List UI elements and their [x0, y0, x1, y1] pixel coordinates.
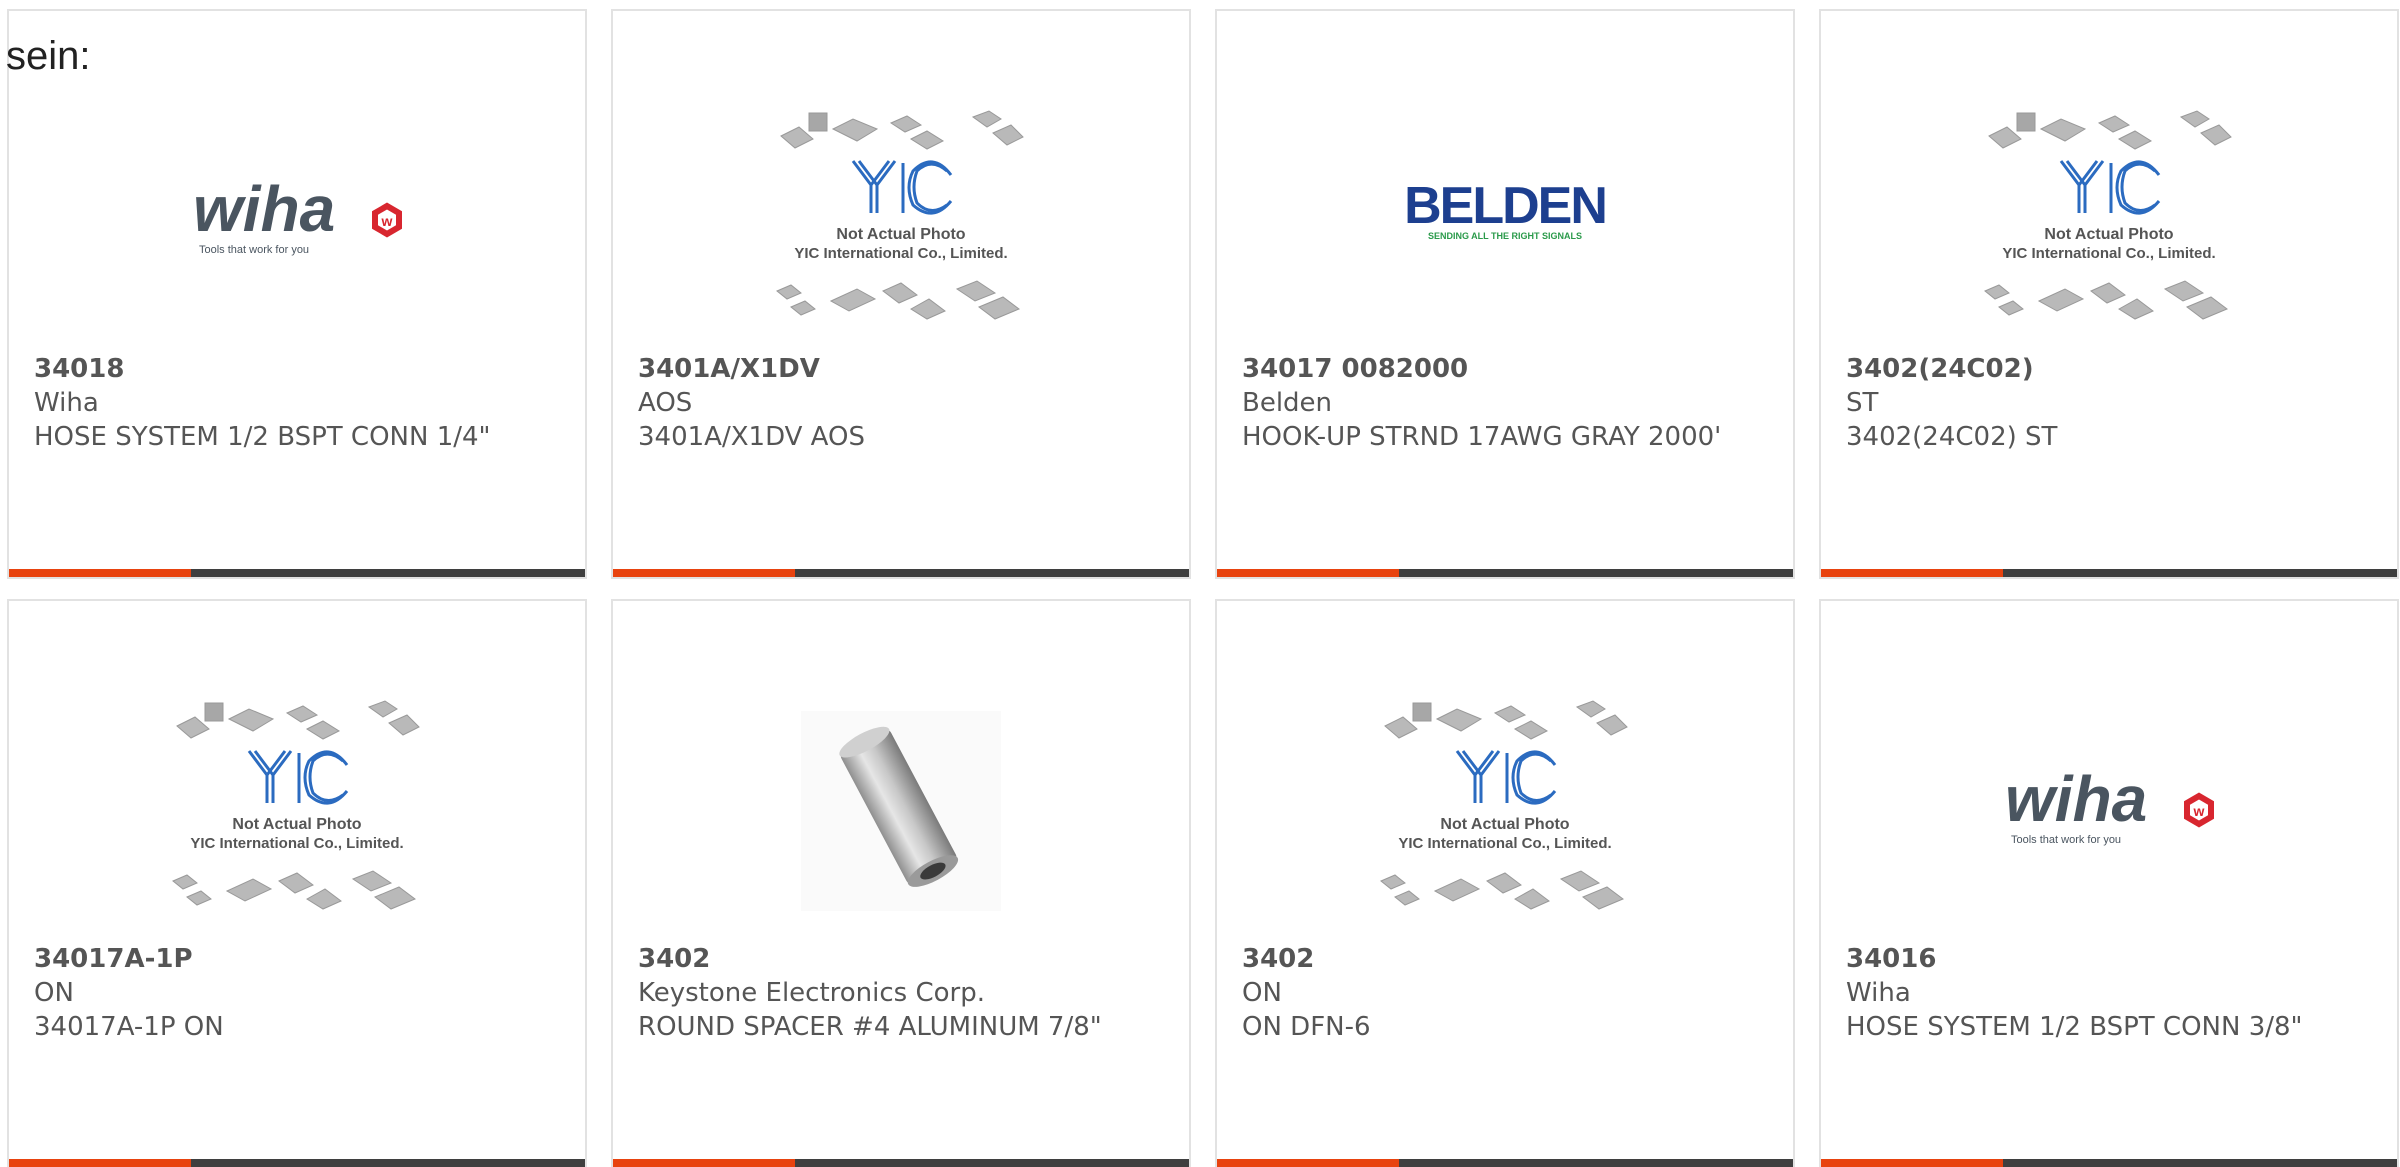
- card-accent: [1821, 1159, 2003, 1167]
- wiha-logo-icon: wiha w Tools that work for you: [2005, 763, 2214, 846]
- yic-placeholder-icon: Not Actual Photo YIC International Co., …: [1380, 700, 1628, 910]
- part-number-link[interactable]: 34017A-1P: [34, 942, 514, 976]
- part-number-link[interactable]: 3402: [638, 942, 1118, 976]
- yic-placeholder-icon: Not Actual Photo YIC International Co., …: [776, 110, 1024, 320]
- part-number-link[interactable]: 3402(24C02): [1846, 352, 2326, 386]
- belden-logo-icon: BELDEN SENDING ALL THE RIGHT SIGNALS: [1404, 177, 1608, 241]
- manufacturer: ST: [1846, 388, 1879, 418]
- card-bottom-bar: [613, 1159, 1189, 1167]
- card-bottom-bar: [9, 1159, 585, 1167]
- part-number-link[interactable]: 3402: [1242, 942, 1722, 976]
- placeholder-line2: YIC International Co., Limited.: [2002, 245, 2215, 262]
- wiha-tagline: Tools that work for you: [2011, 834, 2121, 846]
- product-info: 3402 ON ON DFN-6: [1242, 942, 1722, 1044]
- product-card[interactable]: 3402 Keystone Electronics Corp. ROUND SP…: [611, 599, 1191, 1167]
- manufacturer: Wiha: [34, 388, 99, 418]
- card-bottom-bar: [1217, 569, 1793, 577]
- wiha-logo-text: wiha: [2005, 763, 2147, 835]
- wiha-logo-icon: wiha w Tools that work for you: [193, 173, 402, 256]
- product-card[interactable]: Not Actual Photo YIC International Co., …: [1215, 599, 1795, 1167]
- description: HOSE SYSTEM 1/2 BSPT CONN 1/4": [34, 422, 491, 452]
- card-bottom-bar: [1217, 1159, 1793, 1167]
- round-spacer-photo: [801, 711, 1001, 911]
- product-grid: wiha w Tools that work for you 34018 Wih…: [7, 9, 2400, 1167]
- part-number-link[interactable]: 34018: [34, 352, 514, 386]
- product-card[interactable]: BELDEN SENDING ALL THE RIGHT SIGNALS 340…: [1215, 9, 1795, 579]
- part-number-link[interactable]: 34016: [1846, 942, 2326, 976]
- product-image[interactable]: Not Actual Photo YIC International Co., …: [1821, 96, 2397, 346]
- placeholder-line1: Not Actual Photo: [2044, 226, 2173, 243]
- yic-placeholder-icon: Not Actual Photo YIC International Co., …: [1984, 110, 2232, 320]
- wiha-logo-text: wiha: [193, 173, 335, 245]
- placeholder-line2: YIC International Co., Limited.: [794, 245, 1007, 262]
- card-accent: [1217, 569, 1399, 577]
- description: 34017A-1P ON: [34, 1012, 224, 1042]
- svg-text:w: w: [381, 213, 393, 229]
- description: ON DFN-6: [1242, 1012, 1371, 1042]
- description: 3401A/X1DV AOS: [638, 422, 865, 452]
- part-number-link[interactable]: 3401A/X1DV: [638, 352, 1118, 386]
- product-grid-page: wiha w Tools that work for you 34018 Wih…: [0, 0, 2400, 1167]
- description: HOSE SYSTEM 1/2 BSPT CONN 3/8": [1846, 1012, 2303, 1042]
- description: ROUND SPACER #4 ALUMINUM 7/8": [638, 1012, 1102, 1042]
- placeholder-line1: Not Actual Photo: [1440, 816, 1569, 833]
- product-info: 34016 Wiha HOSE SYSTEM 1/2 BSPT CONN 3/8…: [1846, 942, 2326, 1044]
- placeholder-line1: Not Actual Photo: [836, 226, 965, 243]
- product-image[interactable]: [613, 686, 1189, 936]
- placeholder-line1: Not Actual Photo: [232, 816, 361, 833]
- manufacturer: Belden: [1242, 388, 1333, 418]
- card-accent: [613, 1159, 795, 1167]
- product-image[interactable]: wiha w Tools that work for you: [1821, 686, 2397, 936]
- card-accent: [613, 569, 795, 577]
- product-image[interactable]: Not Actual Photo YIC International Co., …: [1217, 686, 1793, 936]
- manufacturer: Keystone Electronics Corp.: [638, 978, 986, 1008]
- belden-tagline: SENDING ALL THE RIGHT SIGNALS: [1428, 231, 1582, 241]
- belden-logo-text: BELDEN: [1404, 177, 1606, 235]
- product-info: 3402(24C02) ST 3402(24C02) ST: [1846, 352, 2326, 454]
- product-image[interactable]: wiha w Tools that work for you: [9, 96, 585, 346]
- product-card[interactable]: Not Actual Photo YIC International Co., …: [611, 9, 1191, 579]
- product-image[interactable]: Not Actual Photo YIC International Co., …: [9, 686, 585, 936]
- card-bottom-bar: [613, 569, 1189, 577]
- yic-placeholder-icon: Not Actual Photo YIC International Co., …: [172, 700, 420, 910]
- manufacturer: ON: [1242, 978, 1282, 1008]
- card-accent: [1217, 1159, 1399, 1167]
- part-number-link[interactable]: 34017 0082000: [1242, 352, 1722, 386]
- product-info: 34017 0082000 Belden HOOK-UP STRND 17AWG…: [1242, 352, 1722, 454]
- description: 3402(24C02) ST: [1846, 422, 2058, 452]
- intro-text: sein:: [6, 34, 91, 78]
- product-info: 34018 Wiha HOSE SYSTEM 1/2 BSPT CONN 1/4…: [34, 352, 514, 454]
- wiha-tagline: Tools that work for you: [199, 244, 309, 256]
- card-bottom-bar: [1821, 569, 2397, 577]
- product-info: 3402 Keystone Electronics Corp. ROUND SP…: [638, 942, 1118, 1044]
- product-image[interactable]: Not Actual Photo YIC International Co., …: [613, 96, 1189, 346]
- placeholder-line2: YIC International Co., Limited.: [1398, 835, 1611, 852]
- product-card[interactable]: wiha w Tools that work for you 34016 Wih…: [1819, 599, 2399, 1167]
- placeholder-line2: YIC International Co., Limited.: [190, 835, 403, 852]
- card-accent: [9, 569, 191, 577]
- product-card[interactable]: wiha w Tools that work for you 34018 Wih…: [7, 9, 587, 579]
- product-card[interactable]: Not Actual Photo YIC International Co., …: [1819, 9, 2399, 579]
- svg-text:w: w: [2193, 803, 2205, 819]
- card-accent: [1821, 569, 2003, 577]
- manufacturer: ON: [34, 978, 74, 1008]
- product-card[interactable]: Not Actual Photo YIC International Co., …: [7, 599, 587, 1167]
- card-bottom-bar: [1821, 1159, 2397, 1167]
- card-accent: [9, 1159, 191, 1167]
- product-image[interactable]: BELDEN SENDING ALL THE RIGHT SIGNALS: [1217, 96, 1793, 346]
- manufacturer: AOS: [638, 388, 693, 418]
- card-bottom-bar: [9, 569, 585, 577]
- manufacturer: Wiha: [1846, 978, 1911, 1008]
- description: HOOK-UP STRND 17AWG GRAY 2000': [1242, 422, 1722, 452]
- product-info: 34017A-1P ON 34017A-1P ON: [34, 942, 514, 1044]
- product-info: 3401A/X1DV AOS 3401A/X1DV AOS: [638, 352, 1118, 454]
